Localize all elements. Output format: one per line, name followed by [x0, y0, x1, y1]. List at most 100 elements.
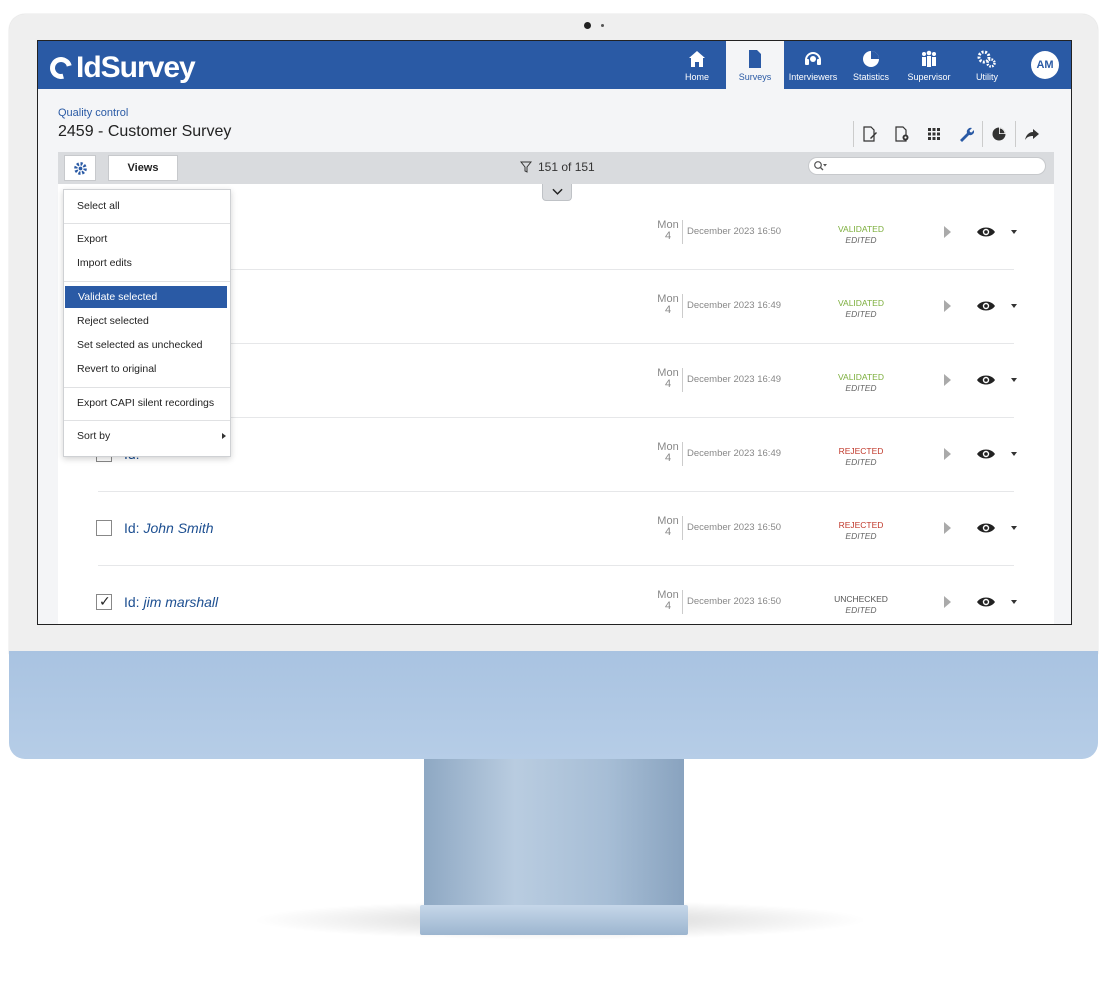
row-checkbox[interactable]: ✓ — [96, 593, 112, 610]
date-divider — [682, 516, 683, 540]
nav-surveys[interactable]: Surveys — [726, 41, 784, 89]
views-button[interactable]: Views — [108, 155, 178, 181]
main-nav: Home Surveys Interviewers Statistics Sup… — [668, 41, 1016, 89]
play-icon[interactable] — [944, 448, 951, 460]
menu-item-export-capi-recordings[interactable]: Export CAPI silent recordings — [64, 392, 230, 414]
search-input[interactable] — [827, 158, 1045, 174]
people-icon — [922, 50, 936, 67]
share-icon — [1025, 129, 1039, 140]
filter-bar: Views 151 of 151 — [58, 152, 1054, 184]
webcam — [584, 22, 591, 29]
nav-supervisor[interactable]: Supervisor — [900, 41, 958, 89]
nav-utility[interactable]: Utility — [958, 41, 1016, 89]
play-icon[interactable] — [944, 522, 951, 534]
row-menu-caret-icon[interactable] — [1011, 600, 1017, 604]
date-divider — [682, 220, 683, 244]
nav-interviewers[interactable]: Interviewers — [784, 41, 842, 89]
logo-icon — [45, 52, 77, 84]
eye-icon[interactable] — [976, 373, 996, 387]
wrench-icon — [960, 127, 974, 142]
actions-dropdown-menu: Select all Export Import edits Validate sel… — [63, 189, 231, 457]
row-date: December 2023 16:49 — [687, 374, 782, 385]
row-menu-caret-icon[interactable] — [1011, 452, 1017, 456]
menu-item-reject-selected[interactable]: Reject selected — [64, 310, 230, 332]
date-divider — [682, 294, 683, 318]
checkmark-icon: ✓ — [99, 593, 111, 609]
row-day: Mon 4 — [657, 367, 679, 390]
row-menu-caret-icon[interactable] — [1011, 378, 1017, 382]
table-row[interactable]: ✓ Id: jim marshall Mon 4 December 2023 16:50… — [58, 566, 1054, 624]
monitor-chin — [9, 651, 1098, 759]
grid-button[interactable] — [918, 121, 950, 147]
home-icon — [689, 50, 705, 67]
search-box[interactable] — [808, 157, 1046, 175]
menu-item-sort-by[interactable]: Sort by — [64, 425, 230, 447]
pie-chart-icon — [992, 127, 1006, 141]
row-date: December 2023 16:50 — [687, 522, 782, 533]
eye-icon[interactable] — [976, 299, 996, 313]
status-badge: VALIDATED EDITED — [838, 372, 884, 393]
edit-document-button[interactable] — [854, 121, 886, 147]
page-title: 2459 - Customer Survey — [58, 123, 232, 140]
play-icon[interactable] — [944, 596, 951, 608]
play-icon[interactable] — [944, 226, 951, 238]
menu-divider — [64, 420, 230, 421]
pie-chart-icon — [863, 50, 879, 67]
status-badge: REJECTED EDITED — [838, 520, 884, 541]
menu-item-revert-to-original[interactable]: Revert to original — [64, 358, 230, 380]
table-row[interactable]: Id: John Smith Mon 4 December 2023 16:50 REJ… — [58, 492, 1054, 566]
monitor-foot — [420, 905, 688, 935]
play-icon[interactable] — [944, 300, 951, 312]
chevron-down-icon — [551, 188, 563, 195]
row-menu-caret-icon[interactable] — [1011, 230, 1017, 234]
search-icon — [814, 161, 827, 171]
nav-statistics[interactable]: Statistics — [842, 41, 900, 89]
row-day: Mon 4 — [657, 441, 679, 464]
nav-home[interactable]: Home — [668, 41, 726, 89]
status-badge: UNCHECKED EDITED — [834, 594, 888, 615]
row-day: Mon 4 — [657, 293, 679, 316]
menu-item-validate-selected[interactable]: Validate selected — [65, 286, 227, 308]
menu-divider — [64, 281, 230, 282]
menu-item-export[interactable]: Export — [64, 228, 230, 250]
expand-filters-button[interactable] — [542, 184, 572, 201]
monitor-stand — [424, 759, 684, 909]
menu-item-select-all[interactable]: Select all — [64, 195, 230, 217]
date-divider — [682, 442, 683, 466]
eye-icon[interactable] — [976, 521, 996, 535]
status-badge: VALIDATED EDITED — [838, 224, 884, 245]
row-day: Mon 4 — [657, 589, 679, 612]
webcam-indicator — [601, 24, 604, 27]
action-toolbar — [853, 121, 1048, 147]
row-day: Mon 4 — [657, 219, 679, 242]
user-avatar[interactable]: AM — [1031, 51, 1059, 79]
eye-icon[interactable] — [976, 595, 996, 609]
filter-count[interactable]: 151 of 151 — [520, 160, 595, 174]
row-date: December 2023 16:49 — [687, 448, 782, 459]
row-checkbox[interactable] — [96, 520, 112, 536]
menu-item-import-edits[interactable]: Import edits — [64, 252, 230, 274]
document-settings-icon — [895, 126, 909, 142]
app-logo[interactable]: IdSurvey — [45, 51, 196, 85]
statistics-button[interactable] — [982, 121, 1015, 147]
eye-icon[interactable] — [976, 447, 996, 461]
row-menu-caret-icon[interactable] — [1011, 526, 1017, 530]
row-id[interactable]: Id: jim marshall — [124, 594, 218, 610]
grid-icon — [928, 128, 940, 140]
top-navbar: IdSurvey Home Surveys Interviewers Stati… — [38, 41, 1071, 89]
row-menu-caret-icon[interactable] — [1011, 304, 1017, 308]
eye-icon[interactable] — [976, 225, 996, 239]
wrench-button[interactable] — [950, 121, 982, 147]
gears-icon — [977, 50, 996, 68]
row-day: Mon 4 — [657, 515, 679, 538]
edit-document-icon — [863, 126, 877, 142]
settings-button[interactable] — [64, 155, 96, 181]
play-icon[interactable] — [944, 374, 951, 386]
document-settings-button[interactable] — [886, 121, 918, 147]
breadcrumb[interactable]: Quality control — [58, 107, 128, 119]
status-badge: REJECTED EDITED — [838, 446, 884, 467]
row-date: December 2023 16:49 — [687, 300, 782, 311]
row-id[interactable]: Id: John Smith — [124, 520, 214, 536]
menu-item-set-unchecked[interactable]: Set selected as unchecked — [64, 334, 230, 356]
share-button[interactable] — [1015, 121, 1048, 147]
